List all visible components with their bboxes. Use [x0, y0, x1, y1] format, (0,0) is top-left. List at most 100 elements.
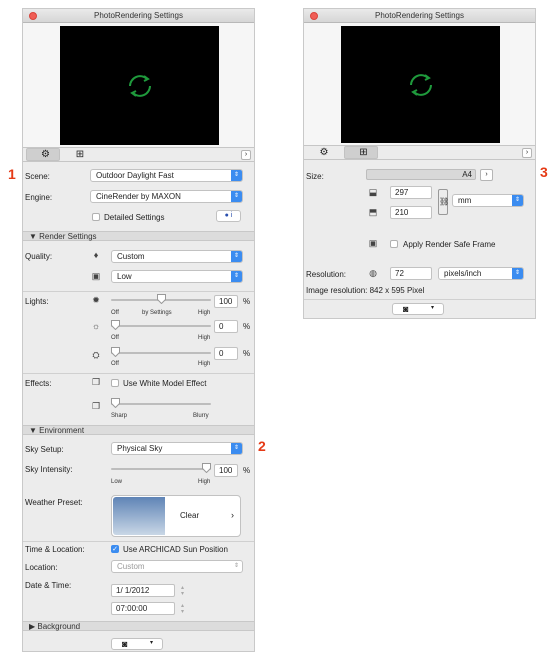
resolution-unit-select[interactable]: pixels/inch ⇕: [438, 267, 524, 280]
panel-tabs: ⚙ ⊞ ›: [23, 148, 254, 162]
off-label: Off: [111, 361, 119, 367]
chevron-right-icon: ›: [231, 510, 234, 520]
marker-3: 3: [540, 164, 548, 180]
image-resolution-text: Image resolution: 842 x 595 Pixel: [306, 286, 425, 295]
background-header[interactable]: ▶ Background: [23, 621, 254, 631]
preview-area: [304, 23, 535, 146]
window-title: PhotoRendering Settings: [375, 11, 464, 20]
unit-select[interactable]: mm ⇕: [452, 194, 524, 207]
tab-size[interactable]: ⊞: [344, 146, 378, 159]
quality-select[interactable]: Custom ⇕: [111, 250, 243, 263]
expand-button[interactable]: ›: [522, 148, 532, 158]
resolution-icon: ◍: [369, 268, 377, 278]
engine-info-button[interactable]: ● i: [216, 210, 241, 222]
time-location-label: Time & Location:: [25, 545, 85, 554]
preview-canvas[interactable]: [341, 26, 500, 143]
slider-track: [111, 468, 211, 470]
render-camera-button[interactable]: ◙ ▾: [111, 638, 163, 650]
window-title: PhotoRendering Settings: [94, 11, 183, 20]
location-label: Location:: [25, 563, 58, 572]
title-bar: PhotoRendering Settings: [304, 9, 535, 23]
weather-preset-label: Weather Preset:: [25, 498, 83, 507]
slider-thumb[interactable]: [111, 320, 120, 330]
divider: [23, 541, 254, 542]
render-camera-button[interactable]: ◙ ▾: [392, 303, 444, 315]
detailed-settings-checkbox[interactable]: [92, 213, 100, 221]
detailed-settings-label: Detailed Settings: [104, 213, 165, 222]
resolution-field[interactable]: 72: [390, 267, 432, 280]
refresh-icon[interactable]: [123, 69, 157, 103]
use-sun-checkbox[interactable]: ✓: [111, 545, 119, 553]
size-preset-button[interactable]: ›: [480, 169, 493, 181]
render-settings-header[interactable]: ▼ Render Settings: [23, 231, 254, 241]
marker-1: 1: [8, 166, 16, 182]
white-model-checkbox[interactable]: [111, 379, 119, 387]
tab-size[interactable]: ⊞: [63, 148, 97, 161]
ambient-light-slider[interactable]: [111, 347, 211, 359]
high-label: High: [198, 479, 211, 485]
blur-slider[interactable]: [111, 398, 211, 410]
right-settings-window: PhotoRendering Settings ⚙ ⊞ › Size: A4 ›…: [303, 8, 536, 319]
panel-tabs: ⚙ ⊞ ›: [304, 146, 535, 160]
slider-thumb[interactable]: [157, 294, 166, 304]
chevron-updown-icon: ⇕: [231, 443, 242, 454]
refresh-icon[interactable]: [404, 68, 438, 102]
tab-settings[interactable]: ⚙: [26, 148, 60, 161]
height-icon: ⬒: [368, 207, 378, 217]
slider-thumb[interactable]: [202, 463, 211, 473]
high-label: High: [198, 361, 211, 367]
engine-select[interactable]: CineRender by MAXON ⇕: [90, 190, 243, 203]
expand-button[interactable]: ›: [241, 150, 251, 160]
scene-select[interactable]: Outdoor Daylight Fast ⇕: [90, 169, 243, 182]
close-button[interactable]: [29, 12, 37, 20]
size-preset-value: A4: [462, 170, 472, 179]
chevron-updown-icon: ⇕: [231, 251, 242, 262]
sky-setup-label: Sky Setup:: [25, 445, 64, 454]
sun-light-slider[interactable]: [111, 294, 211, 306]
weather-value: Clear: [180, 511, 200, 520]
render-settings-label: Render Settings: [39, 232, 97, 241]
time-stepper[interactable]: ▴ ▾: [179, 603, 186, 615]
location-select[interactable]: Custom ⇕: [111, 560, 243, 573]
slider-thumb[interactable]: [111, 398, 120, 408]
slider-track: [111, 403, 211, 405]
quality-level-select[interactable]: Low ⇕: [111, 270, 243, 283]
date-stepper[interactable]: ▴ ▾: [179, 585, 186, 597]
off-label: Off: [111, 335, 119, 341]
slider-thumb[interactable]: [111, 347, 120, 357]
sky-intensity-value-field[interactable]: 100: [214, 464, 238, 477]
date-field[interactable]: 1/ 1/2012: [111, 584, 175, 597]
left-settings-window: PhotoRendering Settings ⚙ ⊞ › Scene: Out…: [22, 8, 255, 652]
gear-icon: ⚙: [41, 149, 50, 160]
weather-preset-button[interactable]: Clear ›: [111, 495, 241, 537]
sky-setup-value: Physical Sky: [117, 444, 163, 453]
sun-light-value-field[interactable]: 100: [214, 295, 238, 308]
ambient-light-value-field[interactable]: 0: [214, 347, 238, 360]
divider: [23, 373, 254, 374]
tab-settings[interactable]: ⚙: [307, 146, 341, 159]
environment-header[interactable]: ▼ Environment: [23, 425, 254, 435]
safe-frame-checkbox[interactable]: [390, 240, 398, 248]
unit-value: mm: [458, 196, 472, 205]
engine-label: Engine:: [25, 193, 53, 202]
chevron-down-icon: ▾: [431, 305, 435, 311]
gear-icon: ⚙: [319, 147, 329, 158]
close-button[interactable]: [310, 12, 318, 20]
height-field[interactable]: 210: [390, 206, 432, 219]
width-field[interactable]: 297: [390, 186, 432, 199]
background-label: Background: [37, 622, 81, 631]
camera-icon: ◙: [122, 639, 128, 649]
ambient-light-icon: ⛭: [92, 350, 100, 360]
diamond-icon: ♦: [93, 250, 99, 260]
use-sun-label: Use ARCHICAD Sun Position: [123, 545, 228, 554]
link-ratio-button[interactable]: ⛓: [438, 189, 449, 215]
time-field[interactable]: 07:00:00: [111, 602, 175, 615]
low-label: Low: [111, 479, 123, 485]
sky-intensity-slider[interactable]: [111, 463, 211, 475]
sky-setup-select[interactable]: Physical Sky ⇕: [111, 442, 243, 455]
lamp-light-slider[interactable]: [111, 320, 211, 332]
size-preset-field[interactable]: A4: [366, 169, 476, 180]
preview-canvas[interactable]: [60, 26, 219, 145]
lamp-light-value-field[interactable]: 0: [214, 320, 238, 333]
scene-label: Scene:: [25, 172, 50, 181]
